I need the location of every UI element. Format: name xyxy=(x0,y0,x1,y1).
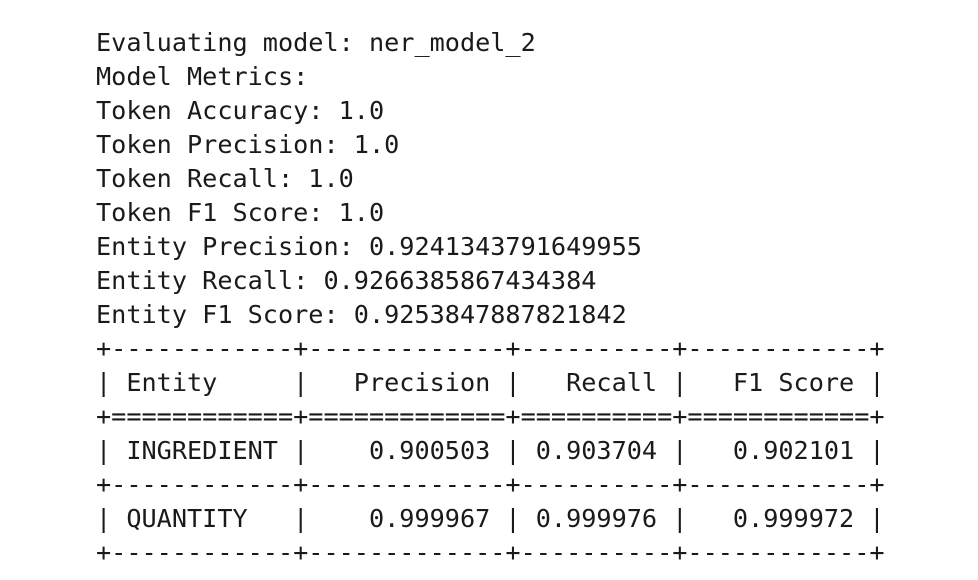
metric-token-f1: Token F1 Score: 1.0 xyxy=(96,198,385,227)
metric-entity-f1: Entity F1 Score: 0.9253847887821842 xyxy=(96,300,627,329)
table-header-row: | Entity | Precision | Recall | F1 Score… xyxy=(96,368,885,397)
metric-entity-recall: Entity Recall: 0.9266385867434384 xyxy=(96,266,597,295)
table-row-separator: +------------+-------------+----------+-… xyxy=(96,470,885,499)
evaluating-model-line: Evaluating model: ner_model_2 xyxy=(96,28,536,57)
table-border-top: +------------+-------------+----------+-… xyxy=(96,334,885,363)
model-metrics-header: Model Metrics: xyxy=(96,62,309,91)
table-row-quantity: | QUANTITY | 0.999967 | 0.999976 | 0.999… xyxy=(96,504,885,533)
metric-entity-precision: Entity Precision: 0.9241343791649955 xyxy=(96,232,642,261)
metric-token-recall: Token Recall: 1.0 xyxy=(96,164,354,193)
metric-token-accuracy: Token Accuracy: 1.0 xyxy=(96,96,385,125)
table-header-separator: +============+=============+==========+=… xyxy=(96,402,885,431)
table-row-ingredient: | INGREDIENT | 0.900503 | 0.903704 | 0.9… xyxy=(96,436,885,465)
terminal-output: Evaluating model: ner_model_2 Model Metri… xyxy=(96,26,885,570)
metric-token-precision: Token Precision: 1.0 xyxy=(96,130,400,159)
table-border-bottom: +------------+-------------+----------+-… xyxy=(96,538,885,567)
